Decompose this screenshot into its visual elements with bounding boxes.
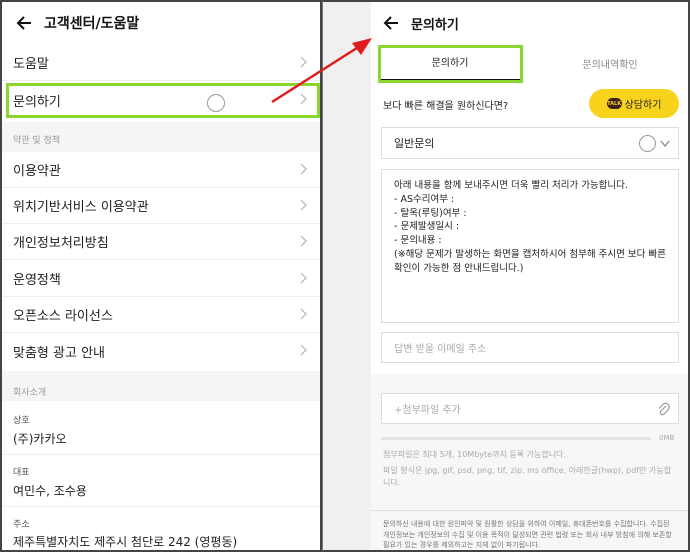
menu-item-opensource[interactable]: 오픈소스 라이선스 <box>2 297 320 333</box>
menu-item-label: 개인정보처리방침 <box>13 236 109 251</box>
menu-item-ad-info[interactable]: 맞춤형 광고 안내 <box>2 333 320 369</box>
privacy-footer-note: 문의하신 내용에 대한 원인파악 및 원활한 상담을 위하여 이메일, 휴대폰번… <box>383 520 672 549</box>
ceo-value: 여민수, 조수용 <box>13 484 87 498</box>
chevron-right-icon <box>300 344 307 356</box>
attachment-size-value: 0MB <box>659 434 675 442</box>
chevron-right-icon <box>300 199 307 211</box>
quick-help-text: 보다 빠른 해결을 원하신다면? <box>383 101 509 112</box>
menu-item-label: 위치기반서비스 이용약관 <box>13 200 149 215</box>
tab-inquiry-history[interactable]: 문의내역확인 <box>545 44 675 82</box>
address-value: 제주특별자치도 제주시 첨단로 242 (영평동) <box>13 535 238 549</box>
company-section-label: 회사소개 <box>13 388 47 398</box>
chevron-right-icon <box>300 163 307 175</box>
message-textarea[interactable]: 아래 내용을 함께 보내주시면 더욱 빨리 처리가 가능합니다. - AS수리여… <box>381 169 679 323</box>
company-name-value: (주)카카오 <box>13 432 67 446</box>
message-line: - 탈옥(루팅)여부 : <box>394 207 467 219</box>
divider <box>2 506 320 507</box>
chevron-down-icon <box>660 140 670 147</box>
menu-item-policy[interactable]: 운영정책 <box>2 261 320 297</box>
attachment-size-bar <box>381 437 651 440</box>
attachment-format-note: 파일 형식은 jpg, gif, psd, png, tif, zip, ms … <box>383 466 672 488</box>
menu-item-label: 오픈소스 라이선스 <box>13 309 113 324</box>
page-title: 문의하기 <box>411 17 459 33</box>
message-line: - 문제발생일시 : <box>394 221 460 233</box>
page-title: 고객센터/도움말 <box>44 16 140 32</box>
chevron-right-icon <box>300 272 307 284</box>
attach-label: +첨부파일 추가 <box>394 405 461 416</box>
company-name-label: 상호 <box>13 416 30 426</box>
highlight-box-tab <box>378 45 523 83</box>
annotation-arrow <box>271 38 372 104</box>
menu-item-label: 이용약관 <box>13 164 61 179</box>
attach-file-button[interactable]: +첨부파일 추가 <box>381 393 679 424</box>
address-label: 주소 <box>13 520 30 530</box>
terms-section-label: 약관 및 정책 <box>13 136 61 146</box>
divider <box>371 510 688 511</box>
touch-indicator <box>639 135 656 152</box>
menu-item-label: 운영정책 <box>13 273 61 288</box>
paperclip-icon <box>658 402 670 416</box>
message-line: - AS수리여부 : <box>394 193 455 205</box>
menu-item-terms[interactable]: 이용약관 <box>2 152 320 188</box>
category-value: 일반문의 <box>394 137 435 150</box>
menu-item-location-terms[interactable]: 위치기반서비스 이용약관 <box>2 188 320 224</box>
menu-item-label: 맞춤형 광고 안내 <box>13 345 105 361</box>
chat-consult-button[interactable]: TALK 상담하기 <box>589 89 679 118</box>
message-line: 아래 내용을 함께 보내주시면 더욱 빨리 처리가 가능합니다. <box>394 180 628 191</box>
divider <box>2 454 320 455</box>
chat-button-label: 상담하기 <box>624 100 662 111</box>
ceo-label: 대표 <box>13 468 30 478</box>
back-arrow-icon[interactable] <box>381 13 401 33</box>
section-gap <box>2 371 320 401</box>
attachment-note: 첨부파일은 최대 5개, 10Mbyte까지 등록 가능합니다. <box>383 450 566 459</box>
back-arrow-icon[interactable] <box>14 13 34 33</box>
message-line: - 문의내용 : <box>394 235 442 247</box>
kakaotalk-icon: TALK <box>606 98 622 109</box>
menu-item-privacy[interactable]: 개인정보처리방침 <box>2 224 320 260</box>
category-select[interactable]: 일반문의 <box>381 127 679 159</box>
chevron-right-icon <box>300 308 307 320</box>
email-field[interactable]: 답변 받을 이메일 주소 <box>381 332 679 363</box>
chevron-right-icon <box>300 235 307 247</box>
message-line: (※해당 문제가 발생하는 화면을 캡처하시어 첨부해 주시면 보다 빠른 확인… <box>394 248 669 274</box>
menu-item-label: 도움말 <box>13 57 49 72</box>
